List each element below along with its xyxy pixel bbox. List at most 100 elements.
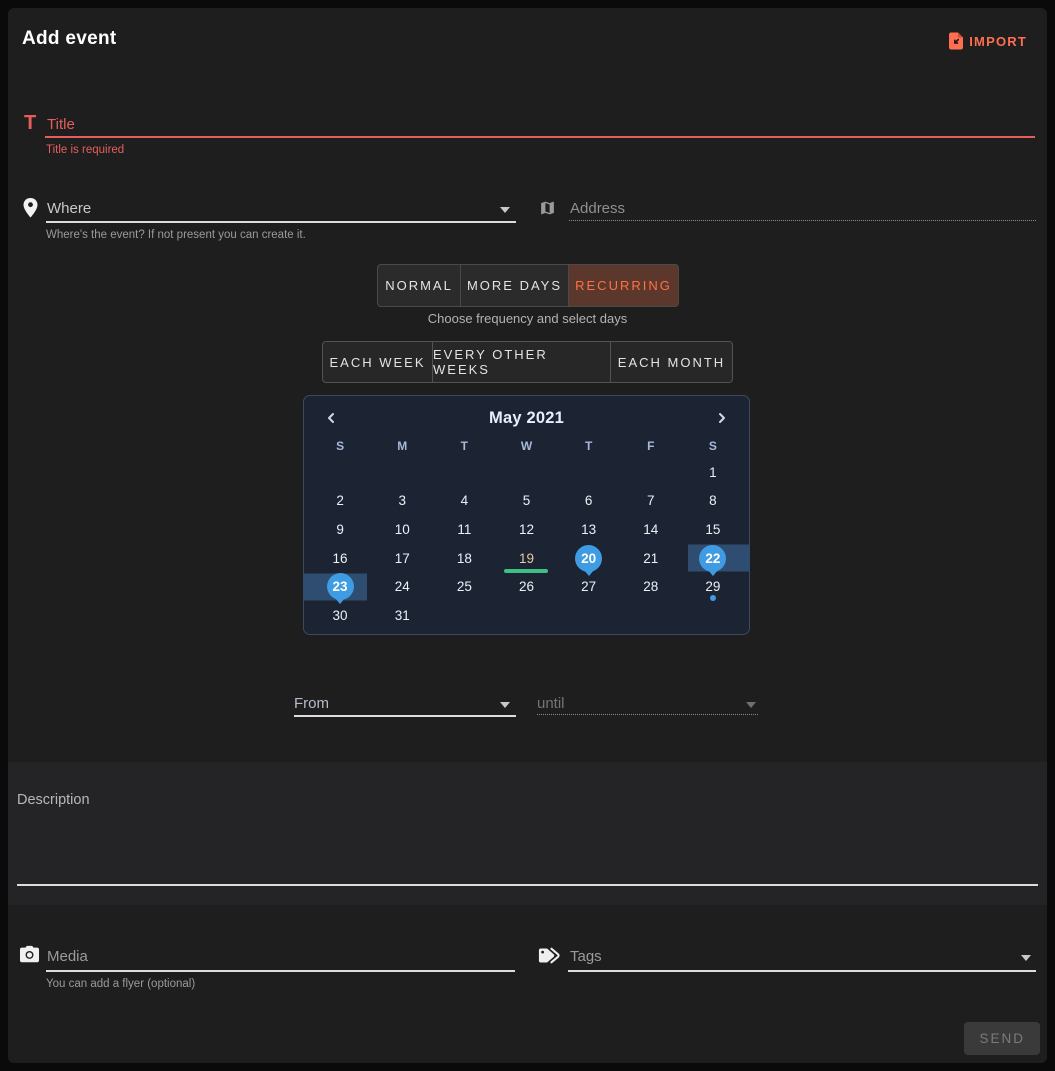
calendar-day-empty (495, 458, 557, 487)
frequency-hint: Choose frequency and select days (8, 311, 1047, 326)
title-input[interactable]: Title (47, 116, 75, 133)
calendar-day-25[interactable]: 25 (433, 572, 495, 601)
media-helper-text: You can add a flyer (optional) (46, 978, 195, 990)
calendar-day-9[interactable]: 9 (309, 515, 371, 544)
where-underline (46, 221, 516, 223)
tab-normal[interactable]: NORMAL (378, 265, 461, 306)
day-number: 1 (709, 465, 717, 480)
day-number: 21 (643, 551, 658, 566)
day-number: 13 (581, 522, 596, 537)
day-number: 11 (457, 522, 471, 537)
calendar-day-18[interactable]: 18 (433, 544, 495, 573)
calendar-day-23[interactable]: 23 (309, 572, 371, 601)
weekday-label: T (558, 434, 620, 458)
description-underline (17, 884, 1038, 886)
day-number: 18 (457, 551, 472, 566)
weekday-label: S (309, 434, 371, 458)
title-error-text: Title is required (46, 144, 124, 156)
calendar-day-7[interactable]: 7 (620, 487, 682, 516)
address-input[interactable]: Address (570, 200, 625, 217)
chevron-left-icon[interactable] (321, 408, 341, 428)
location-pin-icon (23, 198, 38, 223)
calendar-day-2[interactable]: 2 (309, 487, 371, 516)
calendar-day-3[interactable]: 3 (371, 487, 433, 516)
weekday-label: T (433, 434, 495, 458)
calendar-day-13[interactable]: 13 (558, 515, 620, 544)
day-number: 10 (395, 522, 410, 537)
day-number: 2 (336, 493, 344, 508)
day-number: 29 (705, 579, 720, 594)
chevron-down-icon[interactable] (1021, 955, 1031, 961)
where-helper-text: Where's the event? If not present you ca… (46, 229, 306, 241)
calendar-day-16[interactable]: 16 (309, 544, 371, 573)
calendar-grid: 1234567891011121314151617181920212223242… (309, 458, 744, 630)
calendar-day-28[interactable]: 28 (620, 572, 682, 601)
calendar-day-29[interactable]: 29 (682, 572, 744, 601)
calendar-day-empty (682, 601, 744, 630)
day-number: 4 (461, 493, 469, 508)
frequency-each-month[interactable]: EACH MONTH (611, 342, 732, 382)
calendar-month-title[interactable]: May 2021 (489, 409, 564, 428)
calendar-day-6[interactable]: 6 (558, 487, 620, 516)
day-number: 16 (333, 551, 348, 566)
map-icon (539, 199, 556, 222)
calendar-day-22[interactable]: 22 (682, 544, 744, 573)
where-select[interactable]: Where (47, 200, 91, 217)
calendar-day-11[interactable]: 11 (433, 515, 495, 544)
calendar: May 2021 SMTWTFS 12345678910111213141516… (303, 395, 750, 635)
from-underline (294, 715, 516, 717)
calendar-day-24[interactable]: 24 (371, 572, 433, 601)
calendar-day-12[interactable]: 12 (495, 515, 557, 544)
calendar-day-15[interactable]: 15 (682, 515, 744, 544)
day-number: 8 (709, 493, 717, 508)
chevron-right-icon[interactable] (712, 408, 732, 428)
day-number: 23 (327, 573, 354, 600)
calendar-day-21[interactable]: 21 (620, 544, 682, 573)
chevron-down-icon[interactable] (500, 207, 510, 213)
calendar-day-empty (558, 601, 620, 630)
calendar-header: May 2021 (309, 404, 744, 432)
calendar-day-26[interactable]: 26 (495, 572, 557, 601)
description-input[interactable]: Description (17, 792, 90, 808)
import-label: IMPORT (969, 34, 1027, 49)
day-number: 31 (395, 608, 410, 623)
day-number: 24 (395, 579, 410, 594)
tab-more-days[interactable]: MORE DAYS (461, 265, 569, 306)
day-number: 14 (643, 522, 658, 537)
calendar-day-1[interactable]: 1 (682, 458, 744, 487)
tab-recurring[interactable]: RECURRING (569, 265, 678, 306)
import-button[interactable]: IMPORT (948, 32, 1027, 50)
weekday-label: W (495, 434, 557, 458)
calendar-day-empty (495, 601, 557, 630)
frequency-every-other-weeks[interactable]: EVERY OTHER WEEKS (433, 342, 611, 382)
address-underline (569, 220, 1036, 221)
tags-underline (568, 970, 1036, 972)
chevron-down-icon[interactable] (500, 702, 510, 708)
day-number: 26 (519, 579, 534, 594)
media-input[interactable]: Media (47, 948, 88, 965)
description-section[interactable]: Description (8, 762, 1047, 905)
tags-icon (538, 947, 562, 969)
calendar-day-8[interactable]: 8 (682, 487, 744, 516)
calendar-day-17[interactable]: 17 (371, 544, 433, 573)
calendar-day-30[interactable]: 30 (309, 601, 371, 630)
calendar-day-5[interactable]: 5 (495, 487, 557, 516)
calendar-day-4[interactable]: 4 (433, 487, 495, 516)
day-number: 19 (519, 551, 534, 566)
title-underline (45, 136, 1035, 138)
calendar-day-19[interactable]: 19 (495, 544, 557, 573)
calendar-day-empty (620, 458, 682, 487)
frequency-each-week[interactable]: EACH WEEK (323, 342, 433, 382)
from-select[interactable]: From (294, 695, 329, 712)
until-select[interactable]: until (537, 695, 565, 712)
send-button[interactable]: SEND (964, 1022, 1040, 1055)
calendar-day-10[interactable]: 10 (371, 515, 433, 544)
calendar-day-14[interactable]: 14 (620, 515, 682, 544)
calendar-day-27[interactable]: 27 (558, 572, 620, 601)
page-title: Add event (22, 28, 117, 50)
calendar-day-31[interactable]: 31 (371, 601, 433, 630)
calendar-day-20[interactable]: 20 (558, 544, 620, 573)
day-number: 3 (398, 493, 406, 508)
chevron-down-icon (746, 702, 756, 708)
tags-select[interactable]: Tags (570, 948, 602, 965)
